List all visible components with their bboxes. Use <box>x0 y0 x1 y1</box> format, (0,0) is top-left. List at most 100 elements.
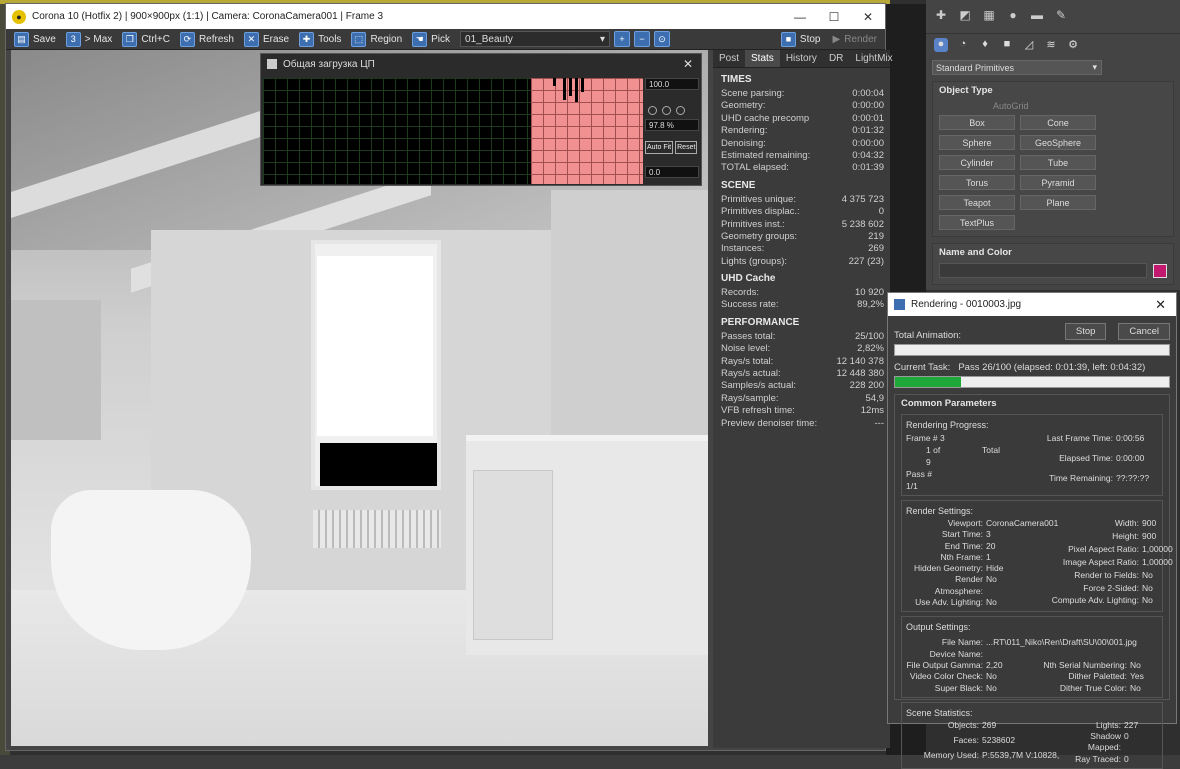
save-icon: ▤ <box>14 31 29 47</box>
setting-label: Dither Paletted: <box>1068 671 1127 682</box>
helpers-icon[interactable]: ◿ <box>1022 38 1036 52</box>
cameras-icon[interactable]: ■ <box>1000 38 1014 52</box>
to-max-button[interactable]: 3 > Max <box>62 30 117 48</box>
pick-button[interactable]: ☚ Pick <box>408 30 454 48</box>
stats-label: Scene parsing: <box>721 88 785 99</box>
systems-icon[interactable]: ⚙ <box>1066 38 1080 52</box>
common-parameters-header[interactable]: Common Parameters <box>895 395 1169 412</box>
vfb-title: Corona 10 (Hotfix 2) | 900×900px (1:1) |… <box>32 11 384 22</box>
stats-row: Rays/s total: 12 140 378 <box>713 355 890 367</box>
stats-value: 227 (23) <box>848 255 884 267</box>
primitive-type-dropdown[interactable]: Standard Primitives ▾ <box>932 60 1102 75</box>
rendering-titlebar[interactable]: Rendering - 0010003.jpg ✕ <box>888 293 1176 316</box>
radio-icon[interactable] <box>648 106 657 115</box>
primitive-geosphere-button[interactable]: GeoSphere <box>1020 135 1096 150</box>
refresh-button[interactable]: ⟳ Refresh <box>176 30 238 48</box>
primitive-textplus-button[interactable]: TextPlus <box>939 215 1015 230</box>
minimize-icon[interactable]: — <box>783 10 817 24</box>
maximize-icon[interactable]: ☐ <box>817 10 851 24</box>
primitive-tube-button[interactable]: Tube <box>1020 155 1096 170</box>
stats-row: Geometry: 0:00:00 <box>713 99 890 111</box>
primitive-sphere-button[interactable]: Sphere <box>939 135 1015 150</box>
stats-value: 0:00:04 <box>852 88 884 99</box>
stats-row: Geometry groups: 219 <box>713 230 890 242</box>
current-progress-bar <box>894 376 1170 388</box>
primitive-plane-button[interactable]: Plane <box>1020 195 1096 210</box>
stats-row: Lights (groups): 227 (23) <box>713 255 890 267</box>
spacewarps-icon[interactable]: ≋ <box>1044 38 1058 52</box>
pass-value: 1/1 <box>906 481 918 491</box>
vfb-toolbar: ▤ Save 3 > Max ❐ Ctrl+C ⟳ Refresh ✕ Erase ✚ To… <box>6 29 885 50</box>
stop-render-button[interactable]: Stop <box>1064 323 1107 340</box>
stats-label: Primitives inst.: <box>721 218 785 230</box>
primitive-box-button[interactable]: Box <box>939 115 1015 130</box>
cancel-render-button[interactable]: Cancel <box>1118 323 1170 340</box>
create-tab-icon[interactable]: ✚ <box>934 8 948 22</box>
tab-history[interactable]: History <box>780 50 823 67</box>
close-icon[interactable]: ✕ <box>683 57 693 71</box>
stats-label: TOTAL elapsed: <box>721 162 789 174</box>
common-parameters-panel: Common Parameters Rendering Progress: Fr… <box>894 394 1173 769</box>
geometry-icon[interactable]: ● <box>934 38 948 52</box>
object-name-field[interactable] <box>939 263 1147 278</box>
auto-fit-button[interactable]: Auto Fit <box>645 141 674 154</box>
primitive-teapot-button[interactable]: Teapot <box>939 195 1015 210</box>
object-color-swatch[interactable] <box>1153 263 1167 278</box>
stats-value: 0:00:00 <box>852 137 884 149</box>
tab-lightmix[interactable]: LightMix <box>849 50 898 67</box>
zoom-fit-icon[interactable]: ⊙ <box>654 31 671 47</box>
stats-label: Passes total: <box>721 330 776 342</box>
vfb-titlebar[interactable]: ● Corona 10 (Hotfix 2) | 900×900px (1:1)… <box>6 4 885 29</box>
setting-label: Viewport: <box>947 518 983 528</box>
erase-button[interactable]: ✕ Erase <box>240 30 293 48</box>
region-button[interactable]: ⬚ Region <box>347 30 406 48</box>
tools-button[interactable]: ✚ Tools <box>295 30 345 48</box>
scene-statistics-group: Scene Statistics: Objects: 269 Faces: 52386… <box>901 701 1163 769</box>
lights-icon[interactable]: ♦ <box>978 38 992 52</box>
primitive-torus-button[interactable]: Torus <box>939 175 1015 190</box>
primitive-cone-button[interactable]: Cone <box>1020 115 1096 130</box>
setting-value: 269 <box>982 719 997 730</box>
frame-label: Frame # <box>906 433 938 443</box>
elapsed-value: 0:00:00 <box>1116 453 1145 463</box>
output-settings-left: File Output Gamma: 2,20 Video Color Check:… <box>906 660 1026 694</box>
hierarchy-tab-icon[interactable]: ▦ <box>982 8 996 22</box>
display-tab-icon[interactable]: ▬ <box>1030 8 1044 22</box>
object-type-header[interactable]: Object Type <box>933 82 1173 99</box>
tools-icon: ✚ <box>299 31 315 47</box>
setting-label: Compute Adv. Lighting: <box>1051 595 1139 606</box>
utilities-tab-icon[interactable]: ✎ <box>1054 8 1068 22</box>
stats-panel: Post Stats History DR LightMix TIMES Scene pa… <box>713 50 893 748</box>
save-button[interactable]: ▤ Save <box>10 30 60 48</box>
close-icon[interactable]: ✕ <box>1155 297 1166 313</box>
rendering-dialog: Rendering - 0010003.jpg ✕ Total Animatio… <box>887 292 1177 769</box>
zoom-in-icon[interactable]: + <box>614 31 631 47</box>
reset-button[interactable]: Reset <box>675 141 698 154</box>
tab-stats[interactable]: Stats <box>745 50 780 67</box>
primitive-cylinder-button[interactable]: Cylinder <box>939 155 1015 170</box>
last-frame-time-label: Last Frame Time: <box>1046 433 1113 443</box>
stats-row: TOTAL elapsed: 0:01:39 <box>713 161 890 173</box>
tab-dr[interactable]: DR <box>823 50 849 67</box>
cpu-titlebar[interactable]: Общая загрузка ЦП ✕ <box>261 54 701 74</box>
radio-icon[interactable] <box>662 106 671 115</box>
modify-tab-icon[interactable]: ◩ <box>958 8 972 22</box>
primitive-pyramid-button[interactable]: Pyramid <box>1020 175 1096 190</box>
render-button[interactable]: ▶ Render <box>828 30 881 48</box>
close-icon[interactable]: ✕ <box>851 10 885 24</box>
stop-button[interactable]: ■ Stop <box>777 30 825 48</box>
stats-section-title: UHD Cache <box>721 273 776 285</box>
motion-tab-icon[interactable]: ● <box>1006 8 1020 22</box>
zoom-out-icon[interactable]: − <box>634 31 651 47</box>
shapes-icon[interactable]: ◔ <box>956 38 970 52</box>
copy-button[interactable]: ❐ Ctrl+C <box>118 30 174 48</box>
tab-post[interactable]: Post <box>713 50 745 67</box>
render-element-select[interactable]: 01_Beauty ▾ <box>460 31 611 47</box>
radio-icon[interactable] <box>676 106 685 115</box>
autogrid-checkbox[interactable]: AutoGrid <box>933 99 1173 115</box>
pick-hand-icon: ☚ <box>412 31 428 47</box>
setting-label: Hidden Geometry: <box>914 563 983 574</box>
rendering-window-icon <box>894 299 905 310</box>
cpu-max-value: 100.0 <box>645 78 699 90</box>
name-color-header[interactable]: Name and Color <box>933 244 1173 261</box>
